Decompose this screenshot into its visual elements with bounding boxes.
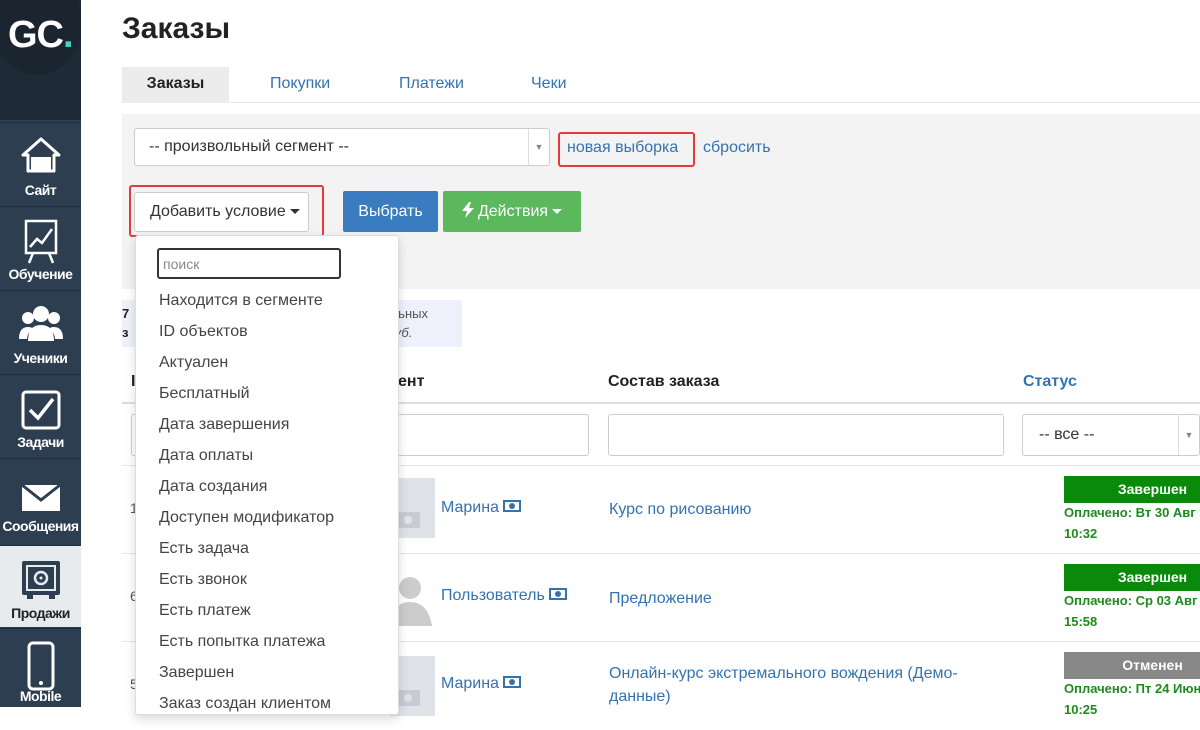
order-composition-link[interactable]: Предложение <box>609 587 989 610</box>
summary-line-2: з <box>122 325 129 340</box>
composition-filter-input[interactable] <box>608 414 1004 456</box>
tab-receipts[interactable]: Чеки <box>531 67 567 103</box>
status-badge: Завершен <box>1064 476 1200 503</box>
actions-button-label: Действия <box>477 203 549 220</box>
paid-date: Оплачено: Ср 03 Авг 15:58 <box>1064 593 1198 629</box>
home-icon <box>21 137 60 173</box>
summary-line-1: 7 <box>122 306 130 321</box>
tab-purchases[interactable]: Покупки <box>270 67 330 103</box>
dropdown-item[interactable]: Есть звонок <box>159 571 247 589</box>
status-badge: Завершен <box>1064 564 1200 591</box>
dropdown-item[interactable]: Доступен модификатор <box>159 509 334 527</box>
logo-text: GC. <box>8 14 74 56</box>
dropdown-item[interactable]: ID объектов <box>159 323 248 341</box>
add-condition-button[interactable]: Добавить условие <box>134 192 309 232</box>
sidebar-item-label: Продажи <box>11 605 70 621</box>
client-filter-input[interactable] <box>381 414 589 456</box>
column-header-status[interactable]: Статус <box>1023 373 1077 391</box>
paid-date: Оплачено: Вт 30 Авг 10:32 <box>1064 505 1196 541</box>
users-icon <box>18 306 63 341</box>
sidebar-item-students[interactable]: Ученики <box>0 290 81 372</box>
client-link[interactable]: Марина <box>441 675 521 693</box>
dropdown-item[interactable]: Дата создания <box>159 478 267 496</box>
checkbox-icon <box>21 390 60 430</box>
money-icon <box>502 675 521 688</box>
sidebar-item-label: Mobile <box>19 688 62 704</box>
sidebar-item-label: Задачи <box>17 434 64 450</box>
dropdown-item[interactable]: Бесплатный <box>159 385 250 403</box>
dropdown-item[interactable]: Находится в сегменте <box>159 292 323 310</box>
dropdown-item[interactable]: Есть задача <box>159 540 249 558</box>
sidebar-item-label: Сообщения <box>2 518 79 534</box>
sidebar-item-tasks[interactable]: Задачи <box>0 374 81 456</box>
money-icon <box>502 499 521 512</box>
caret-down-icon <box>552 209 563 215</box>
add-condition-dropdown: Находится в сегменте ID объектов Актуале… <box>135 235 399 715</box>
envelope-icon <box>20 483 61 511</box>
dropdown-item[interactable]: Дата завершения <box>159 416 289 434</box>
sidebar-item-site[interactable]: Сайт <box>0 122 81 204</box>
caret-down-icon <box>289 209 300 215</box>
dropdown-item[interactable]: Есть платеж <box>159 602 251 620</box>
chevron-down-icon: ▼ <box>528 129 549 165</box>
tab-orders[interactable]: Заказы <box>122 67 229 103</box>
status-badge: Отменен <box>1064 652 1200 679</box>
sidebar-item-sales[interactable]: Продажи <box>0 545 81 627</box>
lightning-icon <box>461 202 474 218</box>
dropdown-item[interactable]: Дата оплаты <box>159 447 253 465</box>
presentation-chart-icon <box>24 219 57 264</box>
tabs: Заказы Покупки Платежи Чеки <box>122 67 1200 103</box>
order-composition-link[interactable]: Курс по рисованию <box>609 498 989 521</box>
order-composition-link[interactable]: Онлайн-курс экстремального вождения (Дем… <box>609 662 989 708</box>
chevron-down-icon: ▼ <box>1178 415 1199 455</box>
sidebar: GC. Сайт Обучение Ученики Задачи Сообщен… <box>0 0 81 707</box>
segment-select[interactable]: -- произвольный сегмент -- ▼ <box>134 128 550 166</box>
select-button[interactable]: Выбрать <box>343 191 438 232</box>
dropdown-item[interactable]: Заказ создан клиентом <box>159 695 331 713</box>
sidebar-item-mobile[interactable]: Mobile <box>0 628 81 710</box>
dropdown-item[interactable]: Актуален <box>159 354 228 372</box>
page-title: Заказы <box>122 12 231 45</box>
dropdown-item[interactable]: Есть попытка платежа <box>159 633 325 651</box>
segment-select-value: -- произвольный сегмент -- <box>149 138 349 155</box>
dropdown-item[interactable]: Завершен <box>159 664 234 682</box>
new-selection-link[interactable]: новая выборка <box>567 139 678 157</box>
money-icon <box>548 587 567 600</box>
mobile-phone-icon <box>27 641 54 691</box>
condition-search-input[interactable] <box>157 248 341 279</box>
actions-button[interactable]: Действия <box>443 191 581 232</box>
tab-payments[interactable]: Платежи <box>399 67 464 103</box>
status-filter-value: -- все -- <box>1039 426 1095 443</box>
sidebar-item-label: Ученики <box>13 350 68 366</box>
paid-date: Оплачено: Пт 24 Июн 10:25 <box>1064 681 1200 717</box>
sidebar-item-label: Сайт <box>24 182 57 198</box>
safe-icon <box>21 561 60 599</box>
sidebar-item-learning[interactable]: Обучение <box>0 206 81 288</box>
column-header-composition: Состав заказа <box>608 373 720 390</box>
client-link[interactable]: Пользователь <box>441 587 567 605</box>
reset-link[interactable]: сбросить <box>703 139 771 157</box>
add-condition-label: Добавить условие <box>150 203 286 220</box>
column-header-client[interactable]: ент <box>398 373 424 391</box>
status-filter-select[interactable]: -- все -- ▼ <box>1022 414 1200 456</box>
sidebar-item-messages[interactable]: Сообщения <box>0 458 81 540</box>
logo[interactable]: GC. <box>0 0 81 120</box>
client-link[interactable]: Марина <box>441 499 521 517</box>
sidebar-item-label: Обучение <box>8 266 73 282</box>
